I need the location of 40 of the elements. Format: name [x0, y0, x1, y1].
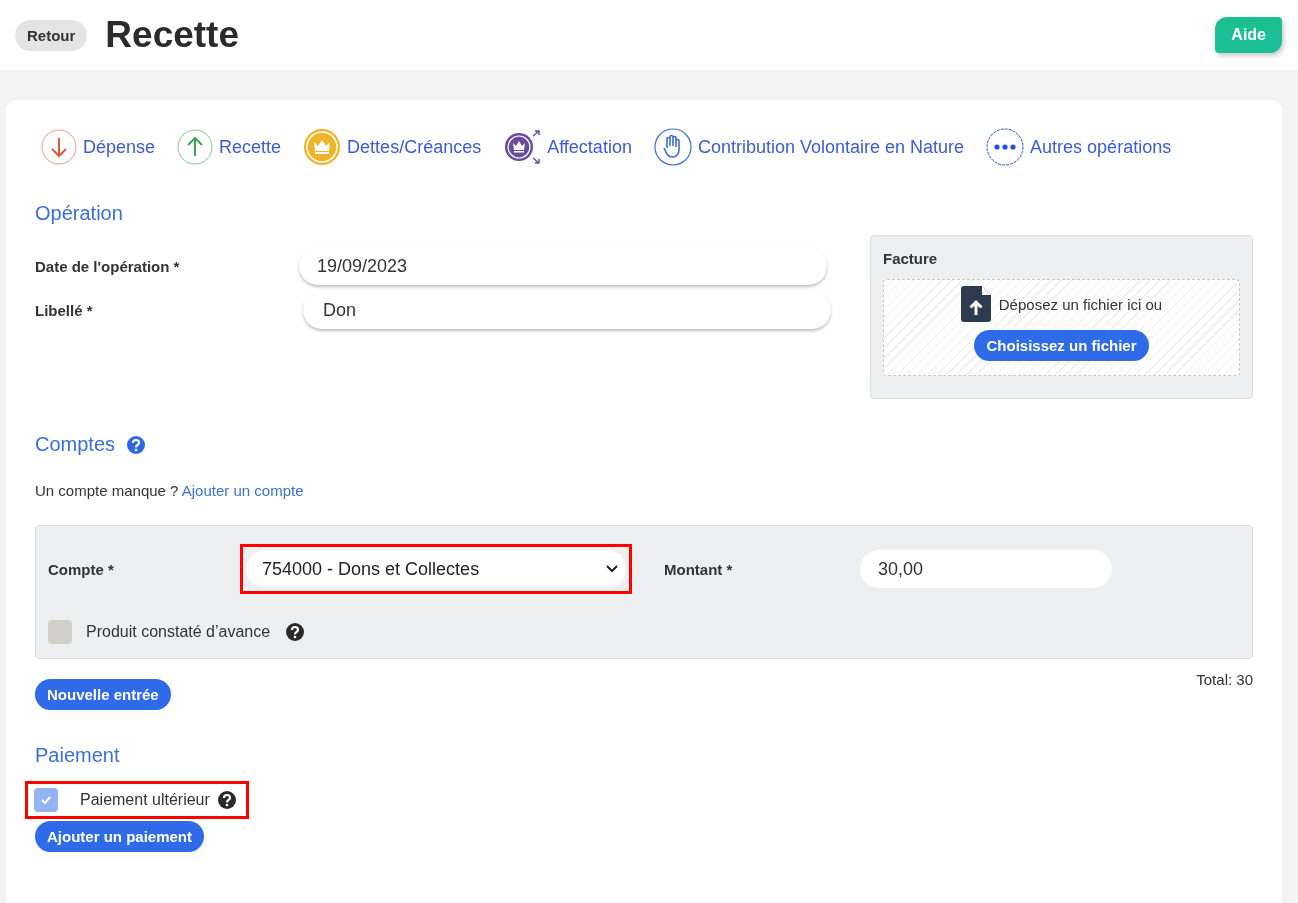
account-select[interactable]: 754000 - Dons et Collectes	[246, 550, 626, 588]
field-label: Compte *	[48, 560, 115, 578]
amount-field[interactable]: 30,00	[860, 550, 1112, 588]
checkbox[interactable]	[48, 620, 72, 644]
checkbox[interactable]	[34, 788, 58, 812]
field-label: Date de l'opération *	[35, 257, 181, 275]
operation-type-link[interactable]: Affectation	[503, 128, 632, 166]
text-field[interactable]: Don	[303, 291, 831, 329]
checkbox-label: Produit constaté d’avance	[86, 623, 271, 641]
chevron-down-icon	[606, 565, 618, 573]
more-icon	[986, 128, 1025, 166]
page-title: Recette	[105, 14, 240, 56]
add-account-link[interactable]: Ajouter un compte	[181, 482, 304, 499]
text-field[interactable]: 19/09/2023	[299, 247, 827, 285]
crown-arrows-icon	[503, 128, 542, 166]
help-icon[interactable]	[217, 791, 236, 809]
add-payment-button[interactable]: Ajouter un paiement	[35, 821, 204, 852]
field-label: Montant *	[664, 560, 734, 578]
checkbox-label: Paiement ultérieur	[80, 791, 210, 809]
choose-file-button[interactable]: Choisissez un fichier	[974, 330, 1149, 361]
section-heading: Paiement	[35, 744, 121, 767]
operation-type-link[interactable]: Contribution Volontaire en Nature	[653, 128, 965, 166]
hand-icon	[653, 128, 692, 166]
crown-icon	[303, 128, 342, 166]
operation-type-link[interactable]: Dettes/Créances	[303, 128, 482, 166]
operation-type-link[interactable]: Dépense	[41, 129, 156, 165]
operation-type-link[interactable]: Recette	[177, 129, 282, 165]
new-entry-button[interactable]: Nouvelle entrée	[35, 679, 171, 710]
field-label: Libellé *	[35, 301, 94, 319]
file-upload-icon	[960, 286, 991, 322]
drop-instructions: Déposez un fichier ici ou	[998, 295, 1163, 313]
help-icon[interactable]	[286, 623, 305, 641]
section-heading: Comptes	[35, 433, 116, 456]
missing-account-text: Un compte manque ?	[35, 482, 179, 499]
total-text: Total: 30	[1196, 671, 1253, 688]
back-button[interactable]: Retour	[15, 19, 88, 51]
operation-type-link[interactable]: Autres opérations	[986, 128, 1172, 166]
file-drop-zone[interactable]: Déposez un fichier ici ou Choisissez un fichier	[883, 279, 1240, 376]
section-heading: Opération	[35, 202, 124, 225]
invoice-title: Facture	[883, 250, 939, 267]
